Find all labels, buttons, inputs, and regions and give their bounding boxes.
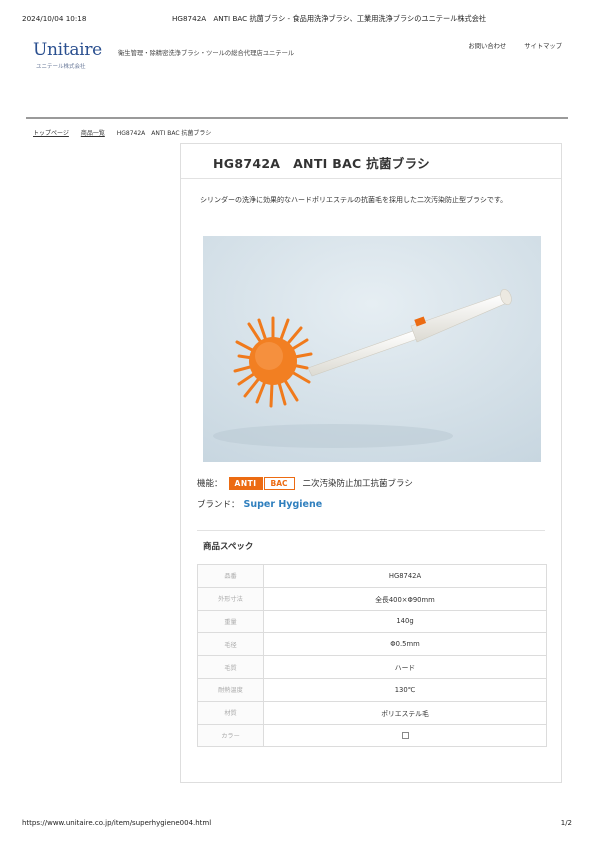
product-description: シリンダーの洗浄に効果的なハードポリエステルの抗菌毛を採用した二次汚染防止型ブラ…	[200, 196, 508, 204]
sitemap-link[interactable]: サイトマップ	[524, 43, 562, 50]
breadcrumb-products[interactable]: 商品一覧	[81, 130, 105, 137]
spec-key: 耐熱温度	[197, 677, 264, 702]
badge-bac: BAC	[263, 476, 295, 490]
spec-row: カラー	[197, 723, 547, 748]
spec-value: ハード	[263, 655, 547, 679]
print-page-number: 1/2	[560, 819, 572, 827]
breadcrumb-current: HG8742A ANTI BAC 抗菌ブラシ	[116, 130, 212, 137]
site-logo[interactable]: Unitaire ユニテール株式会社	[33, 40, 102, 70]
spec-key: 毛質	[197, 655, 264, 679]
print-document-title: HG8742A ANTI BAC 抗菌ブラシ - 食品用洗浄ブラシ、工業用洗浄ブ…	[172, 14, 487, 23]
logo-company-name: ユニテール株式会社	[36, 64, 86, 70]
contact-link[interactable]: お問い合わせ	[468, 43, 506, 50]
spec-value: Φ0.5mm	[263, 632, 547, 657]
spec-value: ポリエステル毛	[263, 700, 547, 725]
header-divider	[26, 117, 568, 119]
spec-key: 品番	[197, 564, 264, 588]
feature-text: 二次汚染防止加工抗菌ブラシ	[302, 479, 413, 489]
brand-name: Super Hygiene	[243, 499, 323, 510]
spec-key: 重量	[197, 609, 264, 634]
spec-heading: 商品スペック	[203, 542, 254, 552]
spec-row: 品番 HG8742A	[197, 564, 547, 588]
spec-row: 毛質 ハード	[197, 655, 547, 679]
spec-divider	[197, 530, 545, 531]
breadcrumb-home[interactable]: トップページ	[33, 130, 69, 137]
spec-key: 材質	[197, 700, 264, 725]
feature-label: 機能：	[197, 479, 223, 489]
spec-row: 耐熱温度 130℃	[197, 677, 547, 702]
brand-row: ブランド： Super Hygiene	[197, 498, 322, 510]
spec-row: 材質 ポリエステル毛	[197, 700, 547, 725]
anti-bac-badge: ANTI BAC	[228, 476, 295, 490]
title-divider	[181, 178, 561, 179]
spec-key: 外形寸法	[197, 586, 264, 611]
spec-row: 外形寸法 全長400×Φ90mm	[197, 586, 547, 611]
spec-table: 品番 HG8742A 外形寸法 全長400×Φ90mm 重量 140g 毛径 Φ0.5m…	[197, 564, 547, 748]
site-tagline: 衛生管理・除精密洗浄ブラシ・ツールの総合代理店ユニテール	[118, 50, 295, 57]
spec-row: 重量 140g	[197, 609, 547, 634]
product-image	[203, 236, 541, 462]
spec-value: 全長400×Φ90mm	[263, 586, 547, 611]
spec-value: HG8742A	[263, 564, 547, 588]
spec-key: 毛径	[197, 632, 264, 657]
product-title: HG8742A ANTI BAC 抗菌ブラシ	[213, 156, 430, 171]
logo-wordmark: Unitaire	[33, 40, 102, 60]
breadcrumb: トップページ 商品一覧 HG8742A ANTI BAC 抗菌ブラシ	[33, 128, 211, 137]
product-panel: HG8742A ANTI BAC 抗菌ブラシ シリンダーの洗浄に効果的なハードポ…	[180, 143, 562, 783]
color-swatch-icon	[401, 731, 409, 739]
spec-row: 毛径 Φ0.5mm	[197, 632, 547, 657]
header-links: お問い合わせ サイトマップ	[452, 41, 562, 50]
print-url: https://www.unitaire.co.jp/item/superhyg…	[22, 819, 212, 827]
badge-anti: ANTI	[228, 476, 263, 490]
feature-row: 機能： ANTI BAC 二次汚染防止加工抗菌ブラシ	[197, 475, 413, 491]
spec-value: 130℃	[263, 677, 547, 702]
spec-value-color	[263, 723, 547, 748]
spec-key: カラー	[197, 723, 264, 748]
spec-value: 140g	[263, 609, 547, 634]
brand-label: ブランド：	[197, 500, 240, 510]
print-datetime: 2024/10/04 10:18	[22, 14, 87, 23]
brush-illustration	[203, 236, 541, 462]
print-header: 2024/10/04 10:18 HG8742A ANTI BAC 抗菌ブラシ …	[22, 14, 572, 26]
